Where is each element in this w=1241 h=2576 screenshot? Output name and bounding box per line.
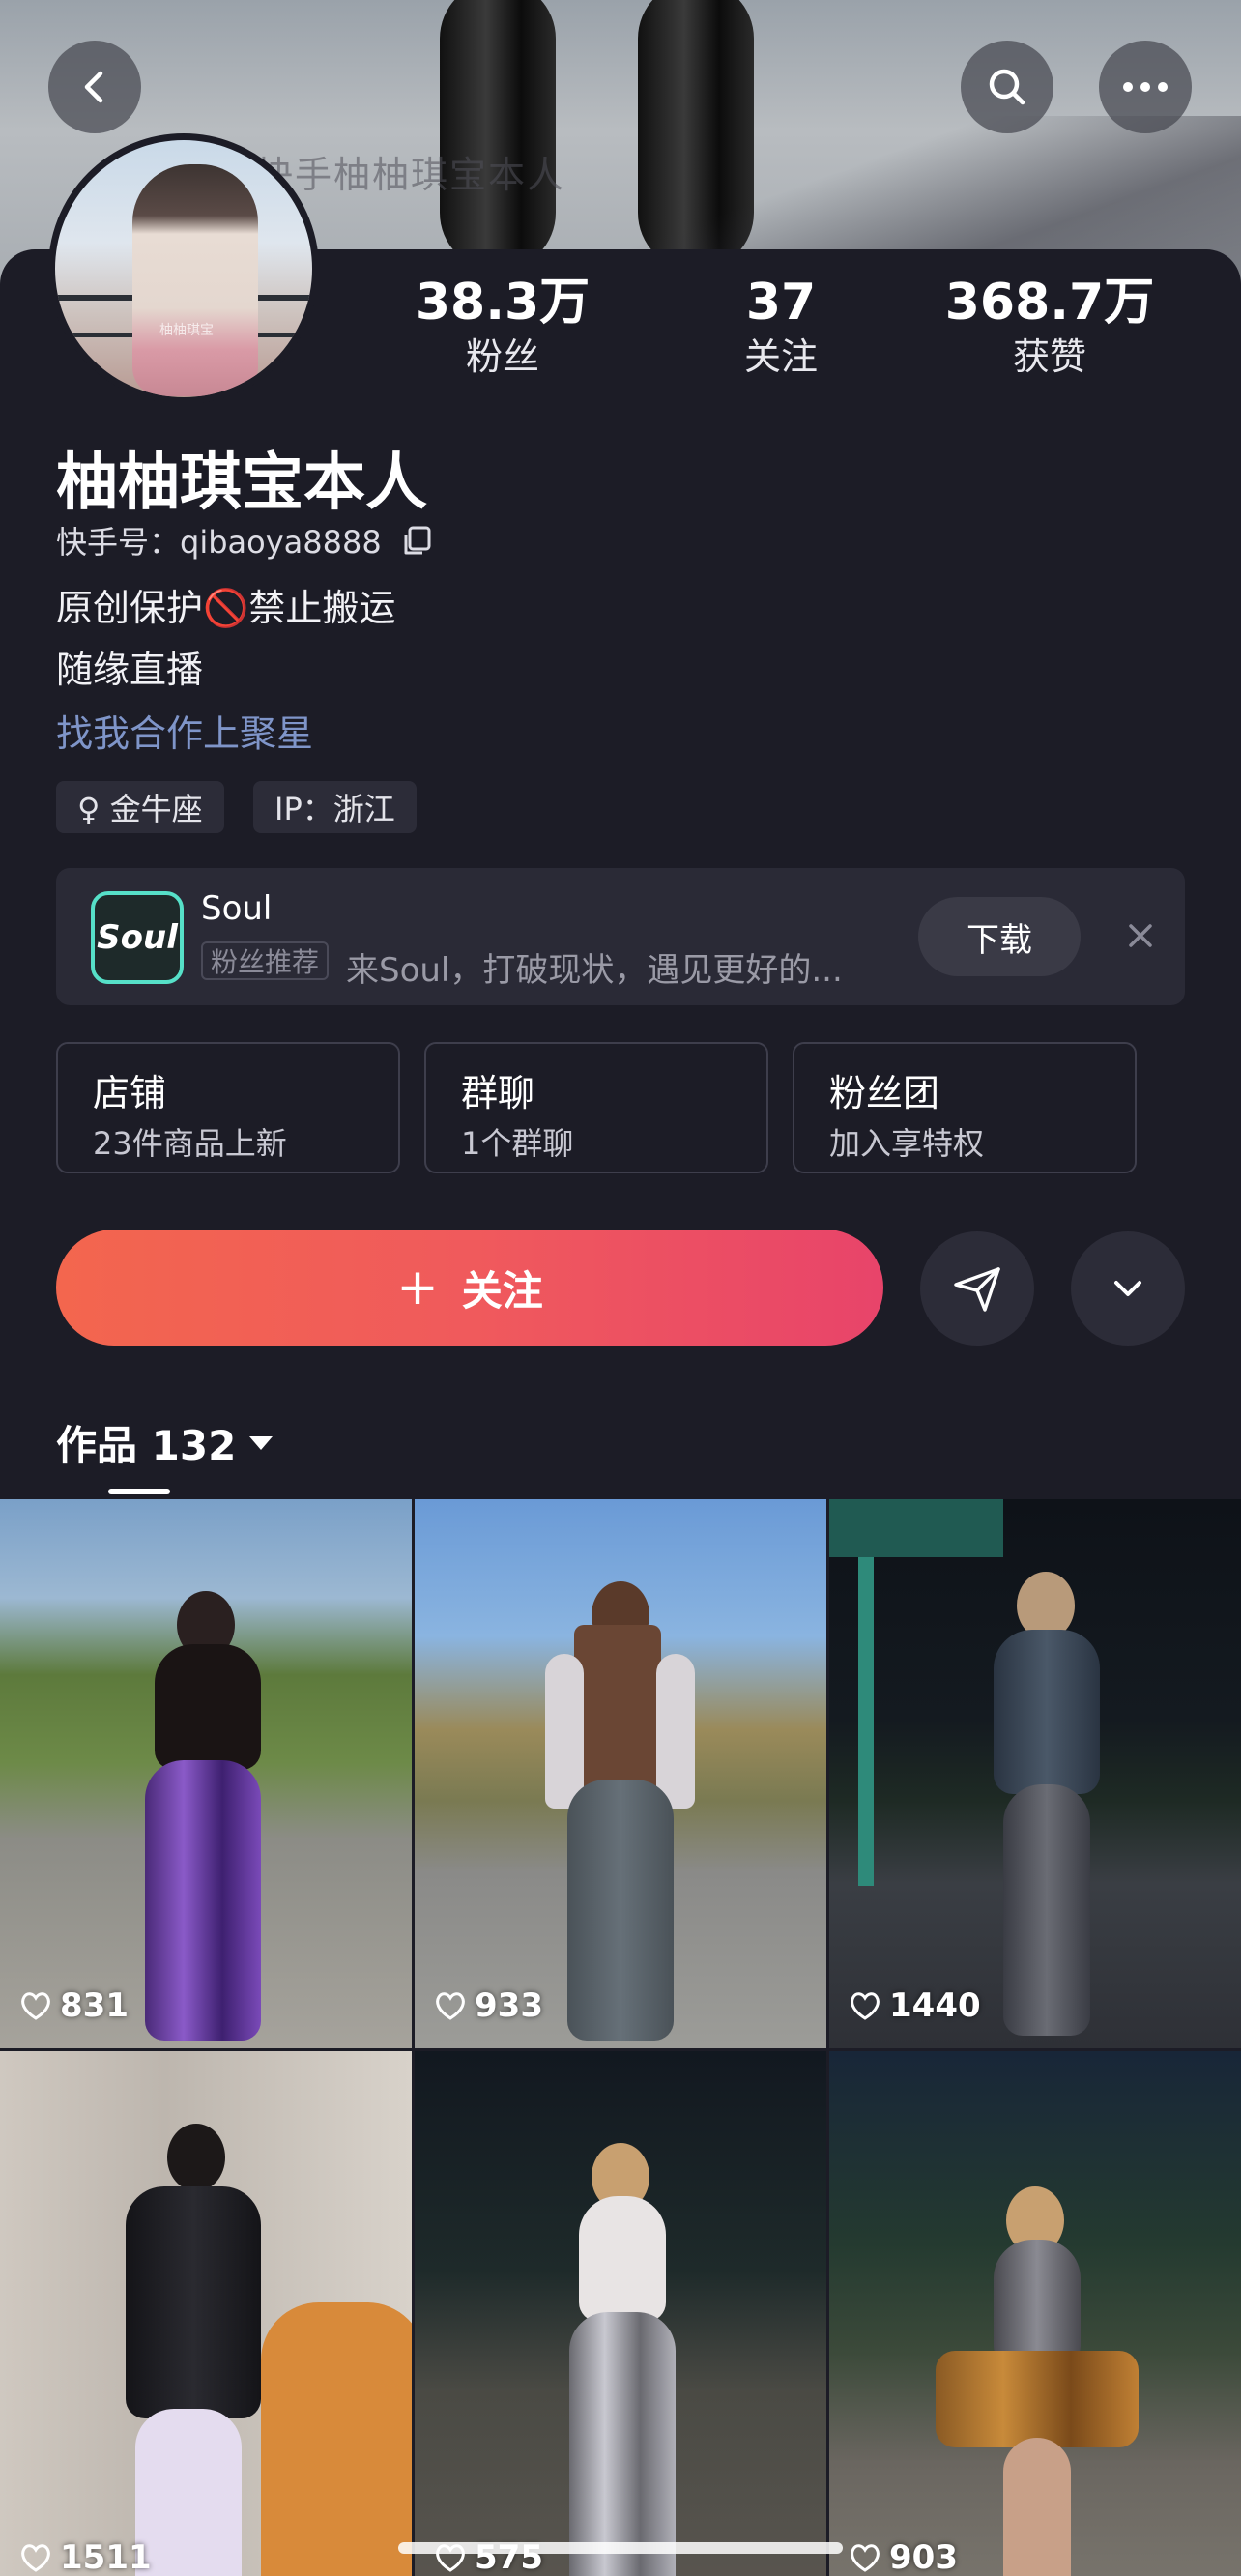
tag-ip-location: IP：浙江 bbox=[253, 781, 417, 833]
back-button[interactable] bbox=[48, 41, 141, 133]
bio-line-2: 随缘直播 bbox=[56, 649, 204, 691]
cover-watermark: 快手柚柚琪宝本人 bbox=[256, 154, 566, 196]
video-likes: 1440 bbox=[849, 1986, 981, 2025]
follow-button[interactable]: + 关注 bbox=[56, 1230, 883, 1346]
bio-line-1: 原创保护🚫禁止搬运 bbox=[56, 587, 396, 629]
ad-badge: 粉丝推荐 bbox=[201, 941, 330, 980]
video-thumbnail[interactable]: 933 bbox=[415, 1499, 826, 2048]
ad-download-button[interactable]: 下载 bbox=[918, 897, 1081, 976]
video-likes: 831 bbox=[19, 1986, 129, 2025]
heart-icon bbox=[851, 2544, 880, 2572]
home-indicator[interactable] bbox=[398, 2542, 843, 2554]
heart-icon bbox=[851, 1992, 880, 2020]
ad-title: Soul bbox=[201, 889, 273, 928]
soul-logo: Soul bbox=[91, 891, 184, 984]
stat-likes[interactable]: 368.7万 获赞 bbox=[934, 273, 1166, 381]
more-button[interactable] bbox=[1099, 41, 1192, 133]
avatar[interactable]: 柚柚琪宝 bbox=[48, 133, 319, 404]
heart-icon bbox=[21, 2544, 50, 2572]
stat-followers[interactable]: 38.3万 粉丝 bbox=[387, 273, 619, 381]
heart-icon bbox=[21, 1992, 50, 2020]
send-message-button[interactable] bbox=[920, 1231, 1034, 1346]
tab-underline bbox=[108, 1489, 170, 1494]
paper-plane-icon bbox=[954, 1267, 1000, 1312]
video-thumbnail[interactable]: 575 bbox=[415, 2051, 826, 2576]
plus-icon: + bbox=[396, 1259, 439, 1317]
group-chat-card[interactable]: 群聊 1个群聊 bbox=[424, 1042, 768, 1173]
tag-zodiac: ♀ 金牛座 bbox=[56, 781, 224, 833]
caret-down-icon bbox=[249, 1435, 274, 1450]
more-dots-icon bbox=[1123, 82, 1168, 92]
video-thumbnail[interactable]: 831 bbox=[0, 1499, 412, 2048]
search-icon bbox=[989, 69, 1025, 105]
kuaishou-id: 快手号：qibaoya8888 bbox=[56, 518, 434, 563]
ad-description: 来Soul，打破现状，遇见更好的... bbox=[346, 951, 843, 990]
close-icon bbox=[1129, 924, 1152, 947]
stat-following[interactable]: 37 关注 bbox=[665, 273, 897, 381]
tab-works[interactable]: 作品 132 bbox=[56, 1413, 274, 1472]
video-thumbnail[interactable]: 903 bbox=[829, 2051, 1241, 2576]
profile-name: 柚柚琪宝本人 bbox=[56, 448, 427, 519]
chevron-left-icon bbox=[84, 71, 103, 103]
ad-close-button[interactable] bbox=[1111, 907, 1169, 965]
video-likes: 1511 bbox=[19, 2538, 152, 2576]
video-thumbnail[interactable]: 1440 bbox=[829, 1499, 1241, 2048]
chevron-down-icon bbox=[1114, 1281, 1141, 1296]
expand-button[interactable] bbox=[1071, 1231, 1185, 1346]
copy-icon[interactable] bbox=[401, 525, 434, 558]
heart-icon bbox=[436, 1992, 465, 2020]
collab-link[interactable]: 找我合作上聚星 bbox=[56, 704, 313, 757]
video-thumbnail[interactable]: 1511 bbox=[0, 2051, 412, 2576]
soul-ad-banner[interactable]: Soul Soul 粉丝推荐 来Soul，打破现状，遇见更好的... 下载 bbox=[56, 868, 1185, 1005]
search-button[interactable] bbox=[961, 41, 1053, 133]
video-likes: 903 bbox=[849, 2538, 958, 2576]
fan-club-card[interactable]: 粉丝团 加入享特权 bbox=[793, 1042, 1137, 1173]
shop-card[interactable]: 店铺 23件商品上新 bbox=[56, 1042, 400, 1173]
avatar-watermark: 柚柚琪宝 bbox=[159, 323, 214, 338]
video-likes: 933 bbox=[434, 1986, 543, 2025]
cover-figure-left bbox=[440, 0, 556, 271]
